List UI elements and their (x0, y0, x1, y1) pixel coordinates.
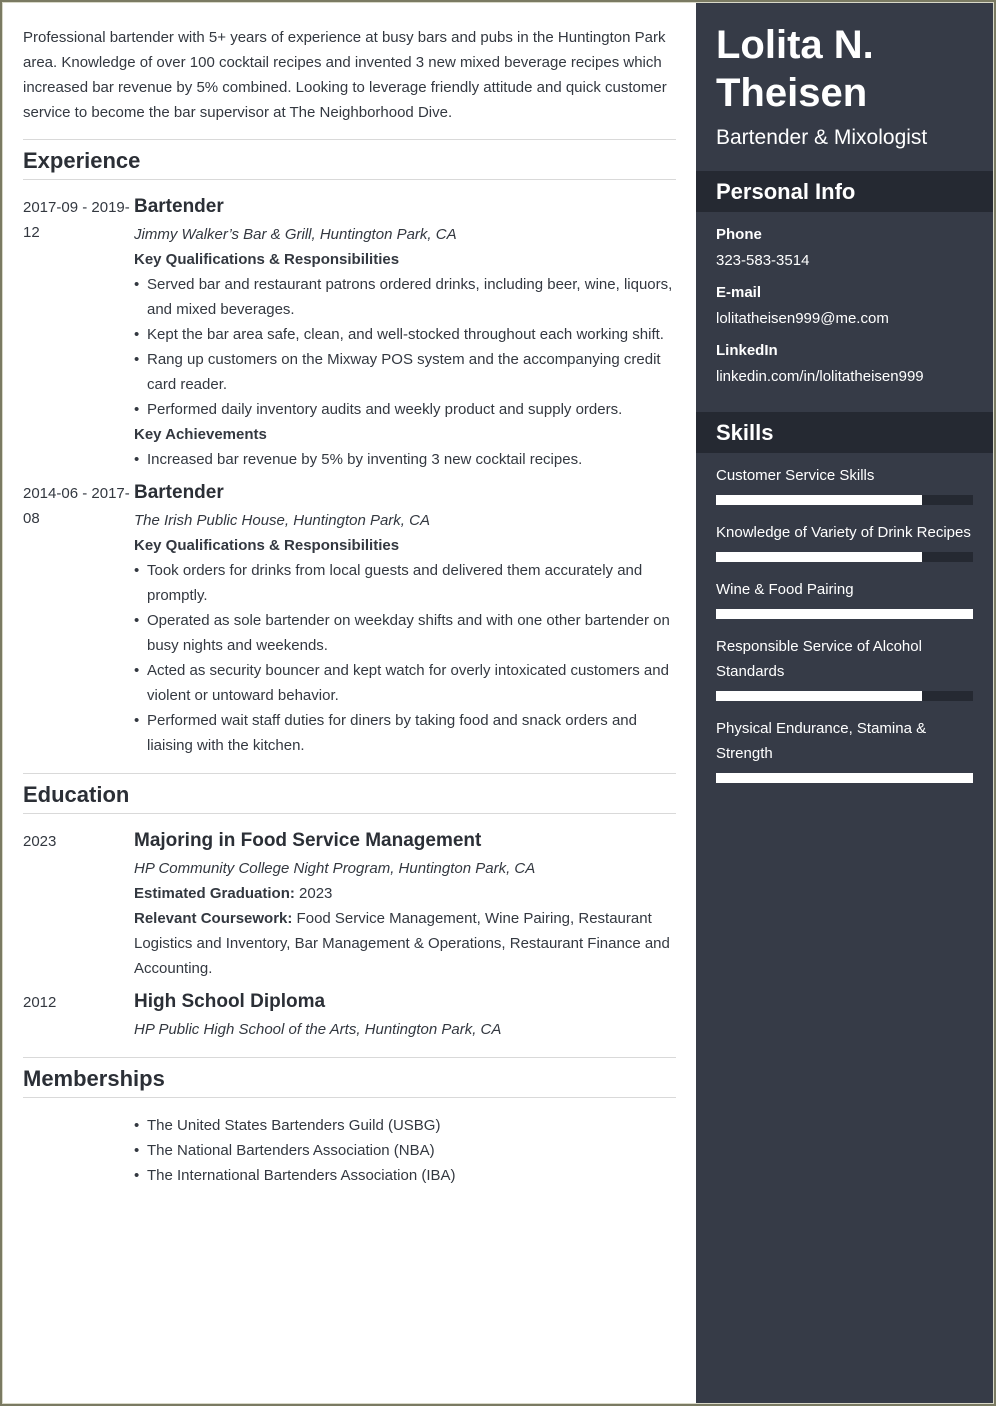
candidate-role: Bartender & Mixologist (716, 126, 928, 149)
skill-item: Wine & Food Pairing (716, 577, 973, 619)
education-heading: Education (23, 773, 676, 814)
achievements-list: Increased bar revenue by 5% by inventing… (134, 447, 676, 472)
resume-page: Professional bartender with 5+ years of … (3, 3, 993, 1403)
responsibilities-list: Took orders for drinks from local guests… (134, 558, 676, 758)
skill-name: Physical Endurance, Stamina & Strength (716, 720, 927, 762)
school: HP Public High School of the Arts, Hunti… (134, 1021, 502, 1038)
candidate-name: Lolita N. Theisen (716, 23, 874, 115)
entry-date: 2023 (23, 833, 57, 850)
phone-value: 323-583-3514 (716, 252, 810, 269)
list-item: Rang up customers on the Mixway POS syst… (134, 347, 676, 397)
employer: The Irish Public House, Huntington Park,… (134, 512, 430, 529)
skill-level-fill (716, 552, 922, 562)
main-column: Professional bartender with 5+ years of … (3, 3, 696, 1403)
linkedin-value[interactable]: linkedin.com/in/lolitatheisen999 (716, 362, 973, 392)
skill-item: Physical Endurance, Stamina & Strength (716, 716, 973, 783)
graduation-value: 2023 (294, 885, 333, 902)
skill-name: Wine & Food Pairing (716, 581, 854, 598)
skill-item: Customer Service Skills (716, 463, 973, 505)
list-item: Served bar and restaurant patrons ordere… (134, 272, 676, 322)
skill-name: Customer Service Skills (716, 467, 875, 484)
email-value[interactable]: lolitatheisen999@me.com (716, 304, 973, 334)
list-item: The International Bartenders Association… (134, 1163, 676, 1188)
skill-name: Knowledge of Variety of Drink Recipes (716, 524, 971, 541)
list-item: Kept the bar area safe, clean, and well-… (134, 322, 676, 347)
education-entry: 2012 High School Diploma HP Public High … (23, 990, 676, 1042)
responsibilities-heading: Key Qualifications & Responsibilities (134, 537, 400, 554)
skill-level-fill (716, 773, 973, 783)
skill-level-fill (716, 495, 922, 505)
sidebar: Lolita N. Theisen Bartender & Mixologist… (696, 3, 993, 1403)
list-item: The United States Bartenders Guild (USBG… (134, 1113, 676, 1138)
coursework-label: Relevant Coursework: (134, 910, 293, 927)
skill-level-bar (716, 495, 973, 505)
school: HP Community College Night Program, Hunt… (134, 860, 536, 877)
skill-level-bar (716, 691, 973, 701)
degree-title: Majoring in Food Service Management (134, 830, 482, 851)
summary: Professional bartender with 5+ years of … (23, 29, 667, 121)
experience-entry: 2017-09 - 2019-12 Bartender Jimmy Walker… (23, 195, 676, 472)
employer: Jimmy Walker’s Bar & Grill, Huntington P… (134, 226, 457, 243)
experience-entry: 2014-06 - 2017-08 Bartender The Irish Pu… (23, 481, 676, 758)
entry-date: 2014-06 - 2017-08 (23, 485, 130, 527)
linkedin-label: LinkedIn (716, 342, 778, 359)
degree-title: High School Diploma (134, 991, 326, 1012)
skill-level-fill (716, 609, 973, 619)
experience-heading: Experience (23, 139, 676, 180)
job-title: Bartender (134, 196, 224, 217)
list-item: Increased bar revenue by 5% by inventing… (134, 447, 676, 472)
achievements-heading: Key Achievements (134, 426, 267, 443)
list-item: Acted as security bouncer and kept watch… (134, 658, 676, 708)
coursework-line: Relevant Coursework: Food Service Manage… (134, 906, 676, 981)
job-title: Bartender (134, 482, 224, 503)
list-item: Performed daily inventory audits and wee… (134, 397, 676, 422)
skills-list: Customer Service Skills Knowledge of Var… (696, 453, 993, 783)
graduation-label: Estimated Graduation: (134, 885, 295, 902)
memberships-heading: Memberships (23, 1057, 676, 1098)
personal-info-heading: Personal Info (696, 171, 993, 212)
skill-item: Knowledge of Variety of Drink Recipes (716, 520, 973, 562)
responsibilities-list: Served bar and restaurant patrons ordere… (134, 272, 676, 422)
list-item: Operated as sole bartender on weekday sh… (134, 608, 676, 658)
skills-heading: Skills (696, 412, 993, 453)
skill-level-bar (716, 552, 973, 562)
phone-label: Phone (716, 226, 762, 243)
list-item: Performed wait staff duties for diners b… (134, 708, 676, 758)
graduation-line: Estimated Graduation: 2023 (134, 881, 676, 906)
email-label: E-mail (716, 284, 762, 301)
skill-item: Responsible Service of Alcohol Standards (716, 634, 973, 701)
skill-level-bar (716, 609, 973, 619)
skill-level-fill (716, 691, 922, 701)
list-item: Took orders for drinks from local guests… (134, 558, 676, 608)
list-item: The National Bartenders Association (NBA… (134, 1138, 676, 1163)
entry-date: 2017-09 - 2019-12 (23, 199, 130, 241)
skill-name: Responsible Service of Alcohol Standards (716, 638, 922, 680)
responsibilities-heading: Key Qualifications & Responsibilities (134, 251, 400, 268)
personal-info: Phone 323-583-3514 E-mail lolitatheisen9… (696, 212, 993, 412)
skill-level-bar (716, 773, 973, 783)
entry-date: 2012 (23, 994, 57, 1011)
memberships-list: The United States Bartenders Guild (USBG… (23, 1113, 676, 1188)
education-entry: 2023 Majoring in Food Service Management… (23, 829, 676, 981)
